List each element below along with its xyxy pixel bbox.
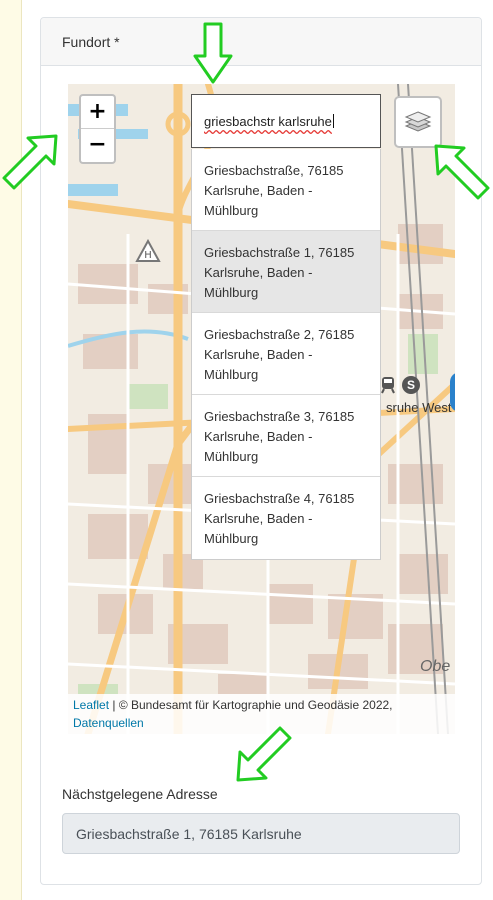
district-label: Obe	[420, 658, 451, 675]
station-label: sruhe West	[386, 400, 452, 415]
search-result[interactable]: Griesbachstraße, 76185 Karlsruhe, Baden …	[192, 149, 380, 231]
leaflet-link[interactable]: Leaflet	[73, 698, 109, 712]
search-result[interactable]: Griesbachstraße 2, 76185 Karlsruhe, Bade…	[192, 313, 380, 395]
nearest-address-label: Nächstgelegene Adresse	[62, 786, 218, 802]
sbahn-icon: S	[402, 376, 420, 394]
data-sources-link[interactable]: Datenquellen	[73, 716, 144, 730]
arrow-down-icon	[193, 22, 233, 84]
layers-icon	[404, 111, 432, 132]
arrow-up-right-icon	[2, 134, 58, 190]
zoom-out-button[interactable]: −	[81, 129, 114, 162]
attribution-separator: |	[109, 698, 119, 712]
nearest-address-field: Griesbachstraße 1, 76185 Karlsruhe	[62, 813, 460, 854]
search-result[interactable]: Griesbachstraße 4, 76185 Karlsruhe, Bade…	[192, 477, 380, 559]
card-title: Fundort *	[41, 18, 481, 66]
zoom-in-button[interactable]: +	[81, 96, 114, 129]
text-caret	[332, 114, 334, 128]
arrow-down-left-icon	[236, 726, 292, 782]
zoom-control: + −	[79, 94, 116, 164]
warning-icon: H	[135, 239, 161, 262]
map-marker[interactable]	[450, 372, 455, 412]
search-input[interactable]: griesbachstr karlsruhe	[191, 94, 381, 148]
train-icon	[380, 376, 396, 394]
search-input-value: griesbachstr karlsruhe	[204, 114, 332, 129]
map[interactable]: H S sruhe West Obe + − griesbachstr karl…	[68, 84, 455, 734]
svg-text:H: H	[144, 250, 152, 261]
search-results: Griesbachstraße, 76185 Karlsruhe, Baden …	[191, 149, 381, 560]
arrow-up-left-icon	[434, 144, 490, 200]
search-result[interactable]: Griesbachstraße 3, 76185 Karlsruhe, Bade…	[192, 395, 380, 477]
attribution-copyright: © Bundesamt für Kartographie und Geodäsi…	[118, 698, 393, 712]
search-result-highlighted[interactable]: Griesbachstraße 1, 76185 Karlsruhe, Bade…	[192, 231, 380, 313]
